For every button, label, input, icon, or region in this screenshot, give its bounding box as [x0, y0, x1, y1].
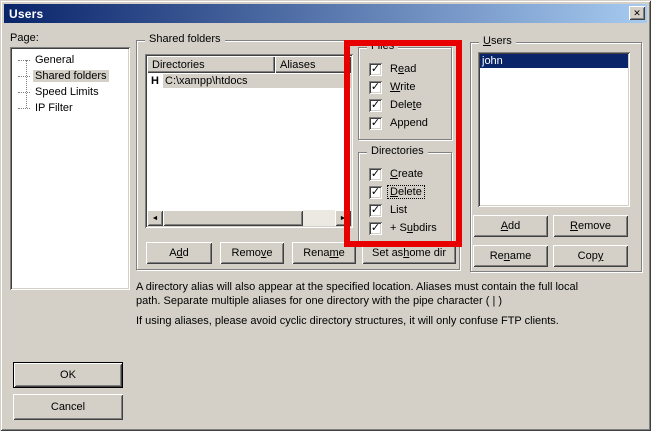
append-label: Append	[388, 117, 430, 129]
tree-item-label: IP Filter	[33, 102, 75, 114]
tree-connector	[18, 108, 30, 109]
subdirs-label: + Subdirs	[388, 222, 439, 234]
delete-file-label: Delete	[388, 99, 424, 111]
write-checkbox[interactable]: ✓	[369, 81, 382, 94]
delete-file-checkbox[interactable]: ✓	[369, 99, 382, 112]
home-flag: H	[147, 75, 163, 87]
delete-file-checkbox-row[interactable]: ✓ Delete	[369, 96, 447, 114]
remove-user-button[interactable]: Remove	[553, 215, 628, 237]
write-checkbox-row[interactable]: ✓ Write	[369, 78, 447, 96]
list-label: List	[388, 204, 409, 216]
set-as-home-dir-button[interactable]: Set as home dir	[362, 242, 456, 264]
cancel-button[interactable]: Cancel	[13, 394, 123, 420]
list-checkbox-row[interactable]: ✓ List	[369, 201, 447, 219]
scroll-left-icon[interactable]: ◄	[147, 210, 163, 226]
tree-connector	[18, 60, 30, 61]
create-label: Create	[388, 168, 425, 180]
subdirs-checkbox[interactable]: ✓	[369, 222, 382, 235]
shared-folders-group-label: Shared folders	[145, 33, 225, 45]
window-title: Users	[9, 7, 43, 21]
write-label: Write	[388, 81, 417, 93]
list-item-user[interactable]: john	[480, 54, 628, 68]
delete-dir-label: Delete	[388, 186, 424, 198]
create-checkbox-row[interactable]: ✓ Create	[369, 165, 447, 183]
tree-connector	[18, 92, 30, 93]
remove-directory-button[interactable]: Remove	[220, 242, 284, 264]
files-group-label: Files	[367, 40, 398, 52]
files-group: Files ✓ Read ✓ Write ✓ Delete ✓ Append	[358, 47, 452, 140]
users-group-label: Users	[479, 35, 516, 47]
page-label: Page:	[10, 32, 39, 44]
tree-item-label: General	[33, 54, 76, 66]
ok-button[interactable]: OK	[13, 362, 123, 388]
scroll-right-icon[interactable]: ►	[335, 210, 351, 226]
directories-listview[interactable]: Directories Aliases H C:\xampp\htdocs ◄ …	[145, 54, 353, 228]
directories-group-label: Directories	[367, 145, 428, 157]
read-label: Read	[388, 63, 418, 75]
close-icon[interactable]: ✕	[629, 6, 645, 20]
users-listbox[interactable]: john	[478, 52, 630, 207]
delete-dir-checkbox-row[interactable]: ✓ Delete	[369, 183, 447, 201]
sidebar-item-shared-folders[interactable]: Shared folders	[10, 68, 130, 84]
tree-item-label: Speed Limits	[33, 86, 101, 98]
rename-directory-button[interactable]: Rename	[292, 242, 356, 264]
append-checkbox[interactable]: ✓	[369, 117, 382, 130]
alias-description-line: path. Separate multiple aliases for one …	[136, 294, 636, 308]
copy-user-button[interactable]: Copy	[553, 245, 628, 267]
column-header-directories[interactable]: Directories	[147, 56, 275, 73]
tree-item-label: Shared folders	[33, 70, 109, 82]
column-header-aliases[interactable]: Aliases	[275, 56, 351, 73]
read-checkbox-row[interactable]: ✓ Read	[369, 60, 447, 78]
directory-path: C:\xampp\htdocs	[163, 74, 351, 88]
read-checkbox[interactable]: ✓	[369, 63, 382, 76]
sidebar-item-general[interactable]: General	[10, 52, 130, 68]
scrollbar-track[interactable]	[303, 210, 335, 226]
alias-warning-line: If using aliases, please avoid cyclic di…	[136, 314, 636, 328]
listview-body: H C:\xampp\htdocs	[147, 73, 351, 210]
delete-dir-checkbox[interactable]: ✓	[369, 186, 382, 199]
table-row[interactable]: H C:\xampp\htdocs	[147, 73, 351, 88]
add-directory-button[interactable]: Add	[146, 242, 212, 264]
append-checkbox-row[interactable]: ✓ Append	[369, 114, 447, 132]
create-checkbox[interactable]: ✓	[369, 168, 382, 181]
page-tree: General Shared folders Speed Limits IP F…	[10, 47, 130, 290]
listview-header: Directories Aliases	[147, 56, 351, 73]
sidebar-item-ip-filter[interactable]: IP Filter	[10, 100, 130, 116]
titlebar[interactable]: Users ✕	[4, 4, 647, 23]
users-dialog: Users ✕ Page: General Shared folders Spe…	[0, 0, 651, 431]
list-checkbox[interactable]: ✓	[369, 204, 382, 217]
subdirs-checkbox-row[interactable]: ✓ + Subdirs	[369, 219, 447, 237]
directories-group: Directories ✓ Create ✓ Delete ✓ List ✓ +…	[358, 152, 452, 242]
add-user-button[interactable]: Add	[473, 215, 548, 237]
tree-connector	[18, 76, 30, 77]
sidebar-item-speed-limits[interactable]: Speed Limits	[10, 84, 130, 100]
horizontal-scrollbar[interactable]: ◄ ►	[147, 210, 351, 226]
alias-description-line: A directory alias will also appear at th…	[136, 280, 636, 294]
rename-user-button[interactable]: Rename	[473, 245, 548, 267]
scrollbar-thumb[interactable]	[163, 210, 303, 226]
